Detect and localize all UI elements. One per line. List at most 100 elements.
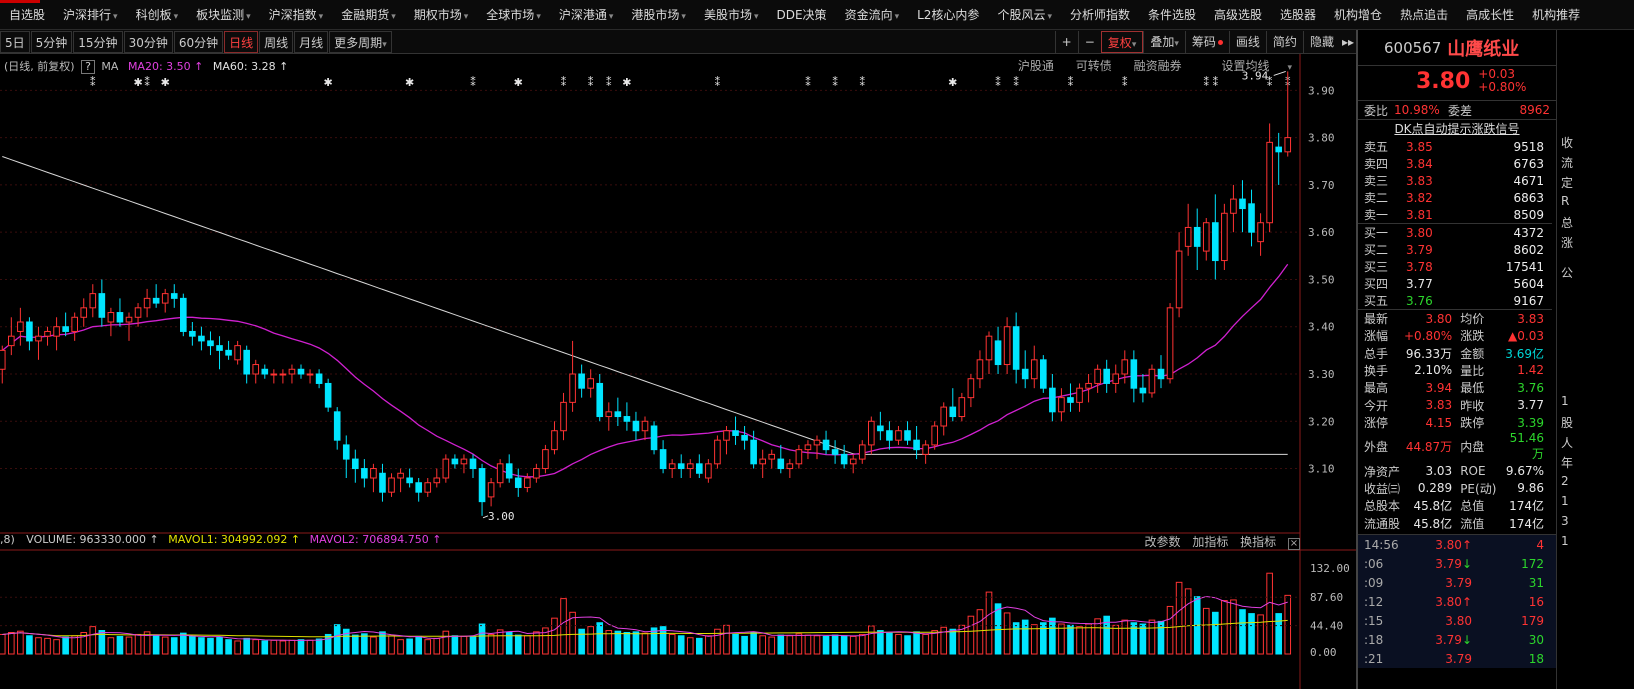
candle-body[interactable] <box>1148 368 1156 394</box>
candle-body[interactable] <box>98 293 106 318</box>
candle-body[interactable] <box>524 477 531 488</box>
nav-item-16[interactable]: 条件选股 <box>1139 0 1205 29</box>
sells-row[interactable]: 卖一 3.81 8509 <box>1358 206 1552 223</box>
close-icon[interactable]: × <box>1288 538 1300 550</box>
candle-body[interactable] <box>352 458 359 470</box>
candle-body[interactable] <box>324 382 332 408</box>
candle-body[interactable] <box>505 463 513 479</box>
candle-body[interactable] <box>958 397 966 418</box>
candle-body[interactable] <box>723 430 730 441</box>
candle-body[interactable] <box>877 425 884 432</box>
tab-period-6[interactable]: 周线 <box>259 30 294 53</box>
candle-body[interactable] <box>1076 387 1083 403</box>
candle-body[interactable] <box>858 444 866 460</box>
tab-period-8[interactable]: 更多周期▾ <box>329 30 392 53</box>
tick-list[interactable]: 14:56 3.80↑ 4:06 3.79↓ 172:09 3.79 31:12 3.80↑ 1… <box>1358 534 1556 668</box>
candle-body[interactable] <box>433 477 441 484</box>
buys-row[interactable]: 买五 3.76 9167 <box>1358 292 1552 309</box>
edit-params-button[interactable]: 改参数 <box>1144 535 1180 549</box>
candle-body[interactable] <box>207 340 214 347</box>
candle-body[interactable] <box>1030 359 1038 380</box>
candle-body[interactable] <box>415 482 422 493</box>
candle-body[interactable] <box>125 316 133 323</box>
candle-body[interactable] <box>198 335 205 342</box>
candle-body[interactable] <box>804 444 812 451</box>
candle-body[interactable] <box>868 420 875 446</box>
candle-body[interactable] <box>1275 146 1282 153</box>
candle-body[interactable] <box>895 430 902 441</box>
candle-body[interactable] <box>551 430 558 451</box>
candle-body[interactable] <box>361 468 368 479</box>
candle-body[interactable] <box>189 330 196 337</box>
candle-body[interactable] <box>1112 373 1120 384</box>
kline-chart[interactable]: 3.903.803.703.603.503.403.303.203.10⁑ ✱ ⁑ ✱… <box>0 54 1356 689</box>
candle-body[interactable] <box>533 468 540 479</box>
candle-body[interactable] <box>587 378 594 389</box>
candle-body[interactable] <box>659 449 667 470</box>
candle-body[interactable] <box>370 468 377 479</box>
candle-body[interactable] <box>840 453 848 465</box>
candle-body[interactable] <box>741 434 748 441</box>
candle-body[interactable] <box>1121 359 1129 375</box>
nav-item-12[interactable]: 资金流向 ▾ <box>836 0 909 29</box>
candle-body[interactable] <box>1021 368 1029 380</box>
candle-body[interactable] <box>478 468 486 503</box>
candle-body[interactable] <box>469 458 477 470</box>
nav-item-8[interactable]: 沪深港通 ▾ <box>550 0 623 29</box>
switch-indicator-button[interactable]: 换指标 <box>1240 535 1276 549</box>
candle-body[interactable] <box>813 439 821 446</box>
nav-item-3[interactable]: 板块监测 ▾ <box>187 0 260 29</box>
tab-period-1[interactable]: 5分钟 <box>30 30 73 53</box>
candle-body[interactable] <box>967 378 975 399</box>
candle-body[interactable] <box>1175 250 1183 309</box>
tab-period-4[interactable]: 60分钟 <box>173 30 224 53</box>
candle-body[interactable] <box>750 439 757 465</box>
buys-row[interactable]: 买一 3.80 4372 <box>1358 224 1552 242</box>
candle-body[interactable] <box>677 463 685 470</box>
nav-item-0[interactable]: 自选股 <box>0 0 54 29</box>
candle-body[interactable] <box>1130 359 1138 389</box>
candle-body[interactable] <box>904 430 911 441</box>
candle-body[interactable] <box>35 335 42 342</box>
candle-body[interactable] <box>949 406 957 418</box>
candle-body[interactable] <box>152 297 160 304</box>
candle-body[interactable] <box>1003 326 1011 366</box>
candle-body[interactable] <box>614 411 622 418</box>
candle-body[interactable] <box>641 420 649 432</box>
candle-body[interactable] <box>270 373 278 376</box>
candle-body[interactable] <box>216 345 223 351</box>
candle-body[interactable] <box>1239 198 1246 210</box>
candle-body[interactable] <box>777 458 785 470</box>
sells-row[interactable]: 卖三 3.83 4671 <box>1358 172 1552 189</box>
candle-body[interactable] <box>849 458 857 465</box>
candle-body[interactable] <box>180 297 187 332</box>
candle-body[interactable] <box>1284 137 1292 153</box>
candle-body[interactable] <box>623 416 631 422</box>
candle-body[interactable] <box>243 349 250 375</box>
candle-body[interactable] <box>542 449 549 470</box>
candle-body[interactable] <box>668 463 676 470</box>
candle-body[interactable] <box>922 444 929 455</box>
candle-body[interactable] <box>379 472 386 493</box>
candle-body[interactable] <box>605 411 613 418</box>
nav-item-10[interactable]: 美股市场 ▾ <box>695 0 768 29</box>
candle-body[interactable] <box>279 373 287 376</box>
candle-body[interactable] <box>913 439 920 451</box>
nav-item-19[interactable]: 机构增仓 <box>1325 0 1391 29</box>
candle-body[interactable] <box>822 439 830 451</box>
candle-body[interactable] <box>333 411 341 441</box>
candle-body[interactable] <box>831 449 839 455</box>
candle-body[interactable] <box>994 340 1002 366</box>
candle-body[interactable] <box>107 312 115 323</box>
candle-body[interactable] <box>1184 226 1192 247</box>
candle-body[interactable] <box>569 373 576 403</box>
link-convertible[interactable]: 可转债 <box>1076 59 1112 73</box>
candle-body[interactable] <box>62 326 69 332</box>
nav-item-17[interactable]: 高级选股 <box>1205 0 1271 29</box>
link-margin[interactable]: 融资融券 <box>1134 59 1182 73</box>
nav-item-9[interactable]: 港股市场 ▾ <box>622 0 695 29</box>
sells-row[interactable]: 卖二 3.82 6863 <box>1358 189 1552 206</box>
zoom-in-button[interactable]: + <box>1054 30 1078 53</box>
candle-body[interactable] <box>759 458 766 465</box>
candle-body[interactable] <box>80 307 88 318</box>
